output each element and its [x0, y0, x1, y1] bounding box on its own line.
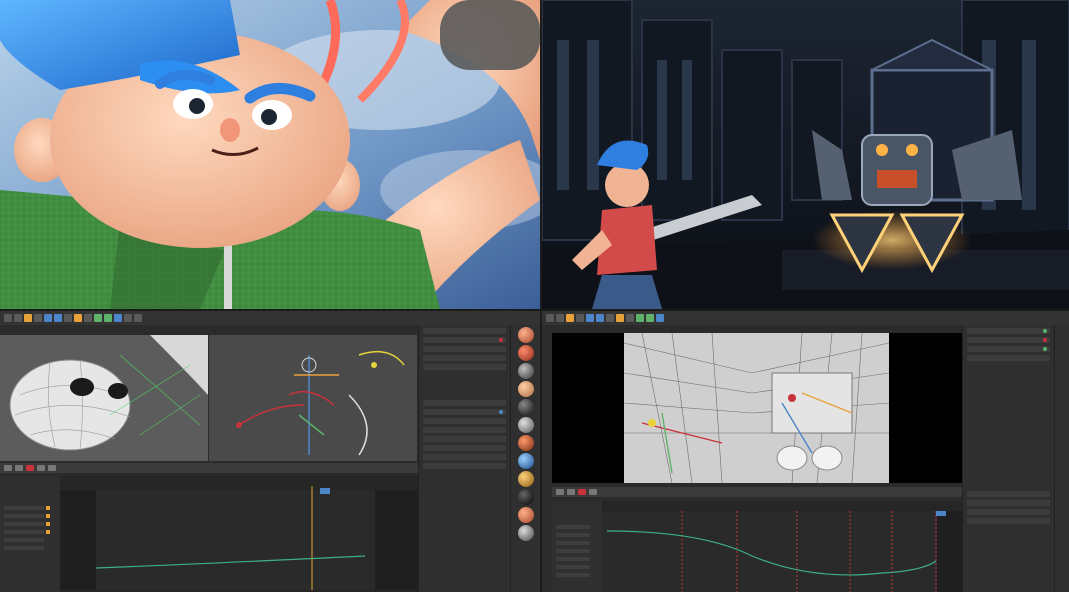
editor-toolbar[interactable] — [542, 311, 1069, 325]
throne-room-illustration — [542, 0, 1069, 309]
render-character-closeup — [0, 0, 540, 309]
stop-icon — [567, 489, 575, 495]
editor-toolbar[interactable] — [0, 311, 540, 325]
object-manager[interactable] — [962, 325, 1054, 592]
playback-controls[interactable] — [0, 463, 418, 473]
editor-window-scene — [542, 311, 1069, 592]
record-icon — [26, 465, 34, 471]
material-browser[interactable] — [510, 325, 540, 592]
character-closeup-illustration — [0, 0, 540, 309]
timeline-editor[interactable] — [0, 476, 418, 592]
timeline-editor[interactable] — [552, 501, 962, 592]
material-browser[interactable] — [1054, 325, 1069, 592]
play-icon — [556, 489, 564, 495]
viewport-perspective[interactable] — [0, 335, 208, 461]
record-icon — [578, 489, 586, 495]
render-throne-room-scene — [542, 0, 1069, 309]
stop-icon — [15, 465, 23, 471]
playback-controls[interactable] — [552, 487, 962, 497]
editor-window-character — [0, 311, 540, 592]
play-icon — [4, 465, 12, 471]
material-sphere-icon — [517, 327, 534, 343]
viewport-rig-view[interactable] — [209, 335, 417, 461]
viewport-scene-wireframe[interactable] — [552, 333, 962, 483]
attribute-panel[interactable] — [418, 325, 510, 592]
